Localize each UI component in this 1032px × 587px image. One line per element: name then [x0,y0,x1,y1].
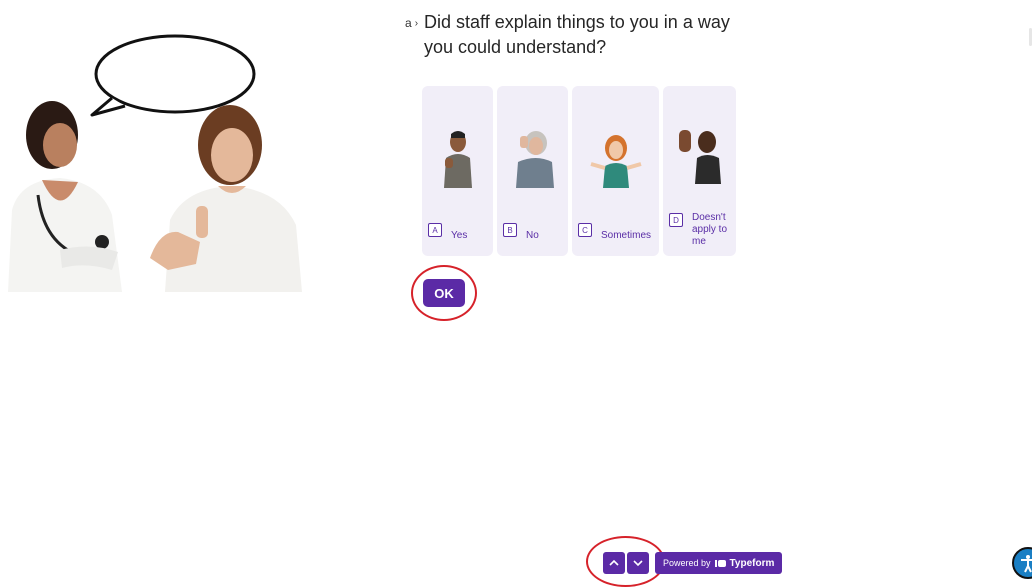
shrugging-woman-image [589,135,642,188]
thumbs-up-man-image [443,131,472,188]
choice-label: Sometimes [601,230,652,241]
stop-hand-man-image [678,130,721,184]
powered-by-text: Powered by [663,558,711,568]
illustration-graphic [8,34,302,292]
choice-yes[interactable]: A Yes [422,86,493,256]
chevron-down-icon [633,560,643,567]
typeform-brand: Typeform [729,557,775,569]
choice-key-a: A [428,223,442,237]
previous-button[interactable] [603,552,625,574]
choice-key-d: D [669,213,683,227]
choice-label: Doesn't apply to me [692,212,728,247]
accessibility-button[interactable] [1012,547,1032,579]
powered-by-typeform-link[interactable]: Powered by Typeform [655,552,783,574]
choice-list: A Yes B No C Sometimes D Doesn't apply t… [422,86,736,256]
choice-sometimes[interactable]: C Sometimes [572,86,659,256]
doctor-patient-illustration [0,20,305,292]
choice-label: Yes [451,230,468,241]
choice-key-b: B [503,223,517,237]
choice-label: No [526,230,539,241]
accessibility-icon [1021,555,1032,573]
arrow-right-icon: › [414,17,419,29]
nav-highlight-ring [586,536,665,587]
choice-no[interactable]: B No [497,86,568,256]
choice-doesnt-apply[interactable]: D Doesn't apply to me [663,86,736,256]
next-button[interactable] [627,552,649,574]
ok-button[interactable]: OK [423,279,465,307]
thumbs-down-woman-image [515,131,554,188]
question-title: Did staff explain things to you in a way… [424,12,730,57]
typeform-logo-icon [714,559,726,567]
choice-key-c: C [578,223,592,237]
question-index: a › [405,16,418,30]
question-index-letter: a [405,16,412,30]
chevron-up-icon [609,559,619,566]
